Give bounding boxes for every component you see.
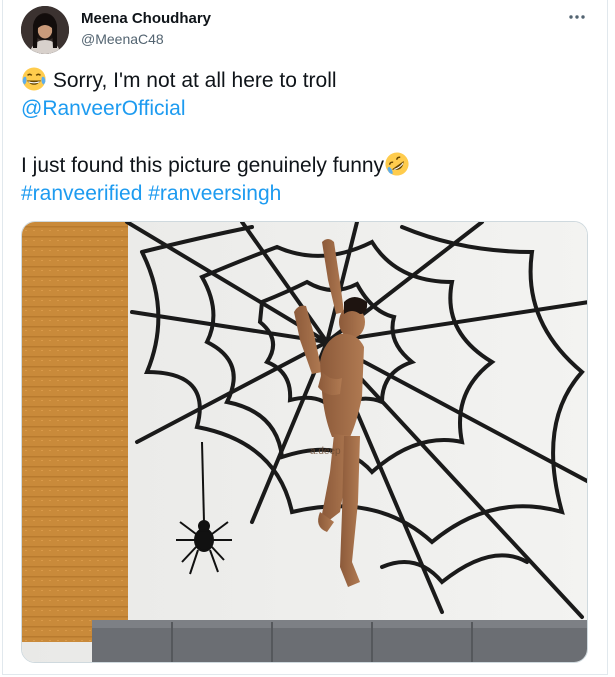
- rolling-on-floor-laughing-icon: [385, 152, 409, 176]
- hashtag-ranveersingh[interactable]: #ranveersingh: [148, 182, 281, 205]
- face-with-tears-of-joy-icon: [22, 67, 46, 91]
- wood-panel: [22, 222, 128, 642]
- author-handle[interactable]: @MeenaC48: [81, 31, 164, 47]
- more-dots-icon: [569, 15, 585, 19]
- tweet-line-3-text: I just found this picture genuinely funn…: [21, 154, 385, 177]
- tweet-line-3: I just found this picture genuinely funn…: [21, 151, 591, 180]
- spider-web-photo: a.deep: [22, 222, 587, 662]
- tweet-line-1: Sorry, I'm not at all here to troll: [21, 66, 591, 95]
- more-options-button[interactable]: [565, 8, 589, 26]
- tweet-media[interactable]: a.deep: [21, 221, 588, 663]
- tweet-text: Sorry, I'm not at all here to troll @Ran…: [21, 66, 591, 208]
- mention-link[interactable]: @RanveerOfficial: [21, 97, 186, 120]
- tweet-card: Meena Choudhary @MeenaC48 Sorry, I'm not…: [2, 0, 608, 675]
- avatar-image: [21, 6, 69, 54]
- sofa: [92, 620, 587, 662]
- author-name[interactable]: Meena Choudhary: [81, 10, 211, 27]
- watermark-text: a.deep: [310, 446, 341, 457]
- avatar[interactable]: [21, 6, 69, 54]
- line-break: [21, 123, 591, 151]
- hashtag-ranveerified[interactable]: #ranveerified: [21, 182, 142, 205]
- tweet-line-1-text: Sorry, I'm not at all here to troll: [47, 69, 337, 92]
